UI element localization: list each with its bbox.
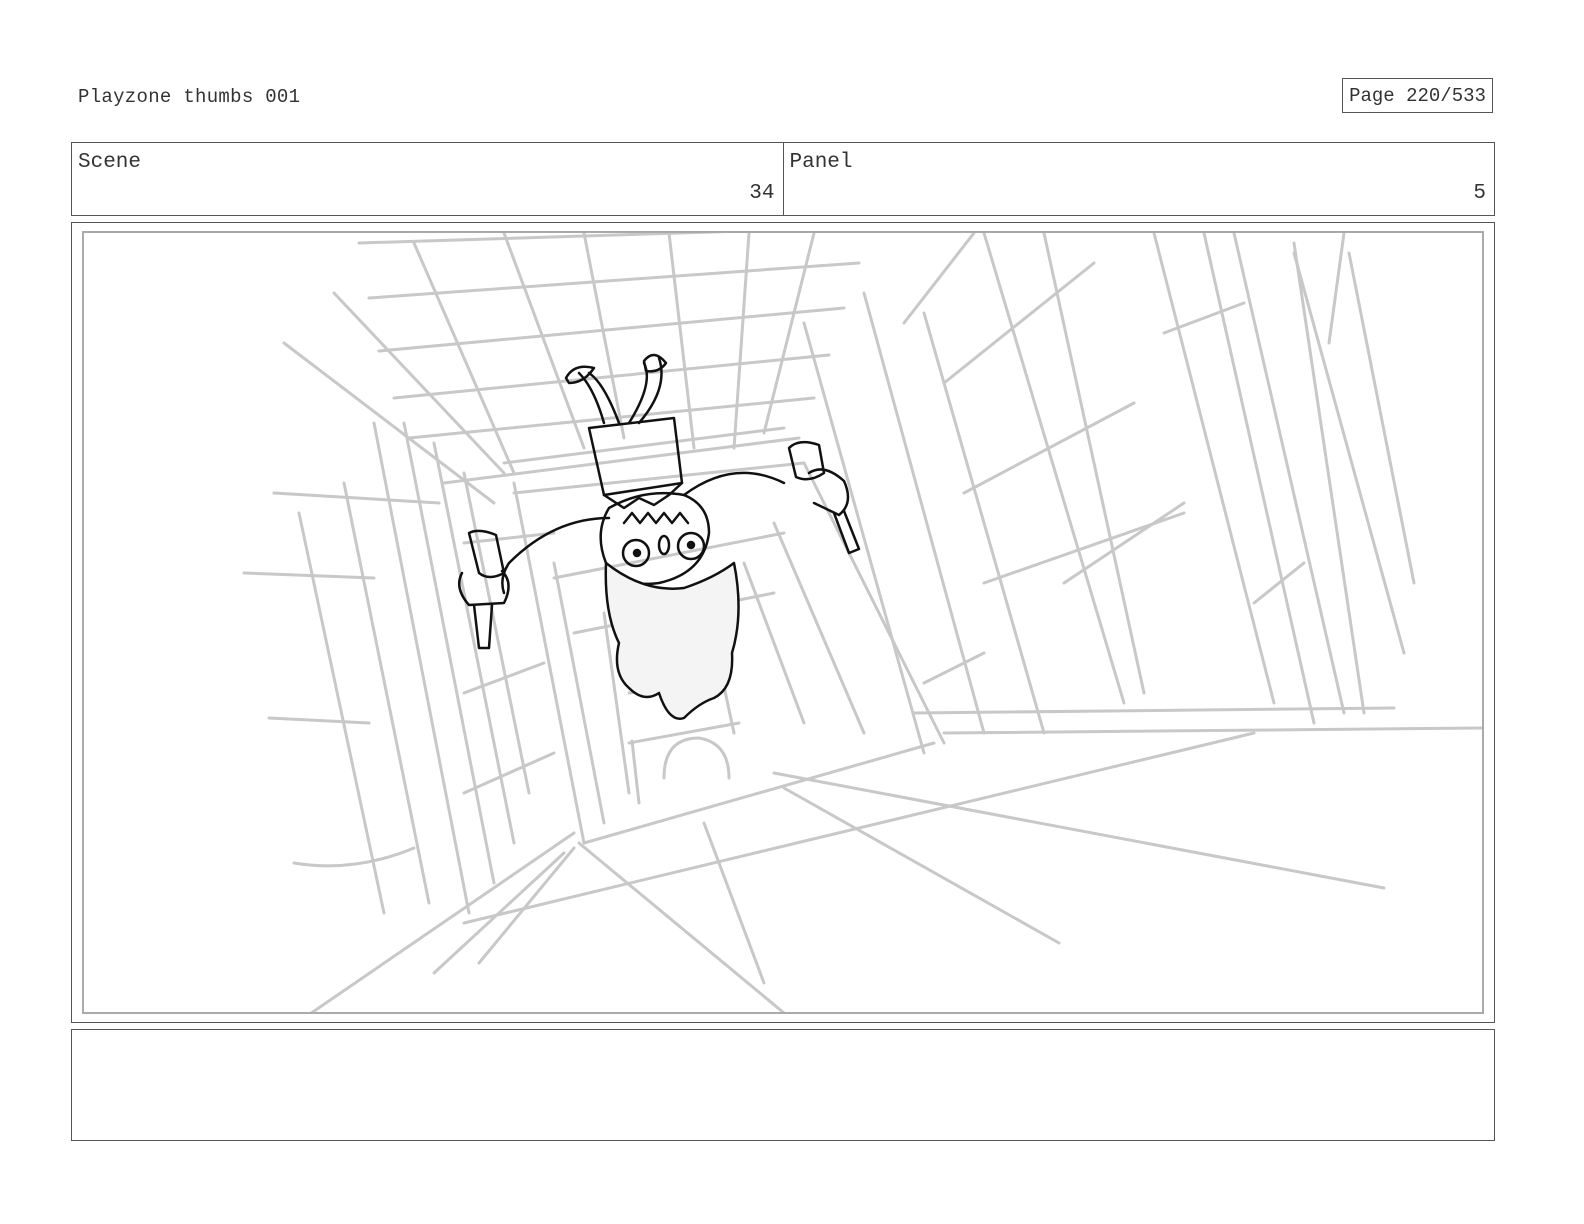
scene-cell: Scene 34 — [72, 143, 783, 215]
scene-number: 34 — [749, 182, 775, 205]
document-title: Playzone thumbs 001 — [78, 86, 301, 108]
panel-label: Panel — [789, 151, 853, 174]
storyboard-sketch-icon — [242, 233, 1482, 1012]
notes-area — [71, 1029, 1495, 1141]
page-number-badge: Page 220/533 — [1342, 78, 1493, 113]
scene-panel-header: Scene 34 Panel 5 — [71, 142, 1495, 216]
panel-cell: Panel 5 — [782, 143, 1495, 215]
background-sketch-lines — [242, 233, 1482, 1012]
scene-label: Scene — [78, 151, 142, 174]
storyboard-frame — [71, 222, 1495, 1023]
storyboard-image — [82, 231, 1484, 1014]
panel-number: 5 — [1473, 182, 1486, 205]
